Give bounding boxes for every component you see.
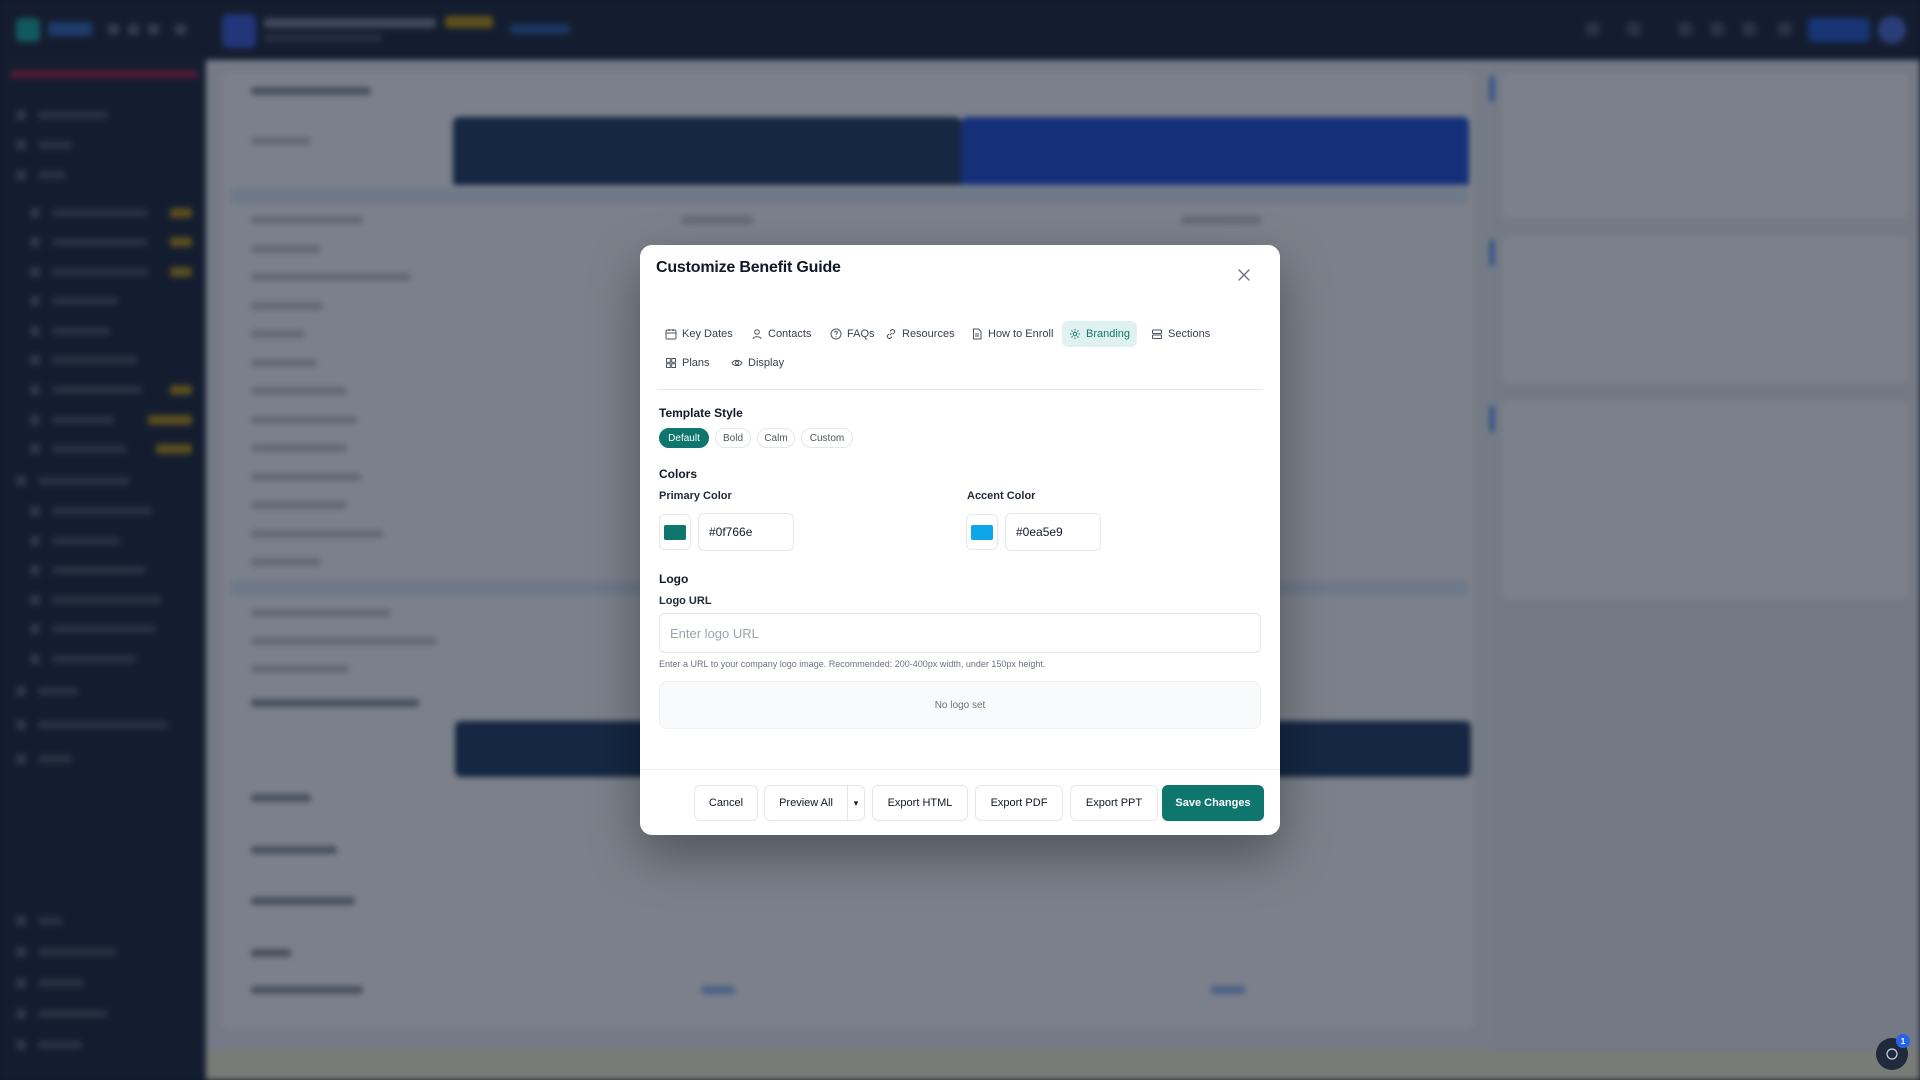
- notification-badge: 1: [1896, 1034, 1910, 1048]
- tab-key-dates[interactable]: Key Dates: [658, 321, 740, 347]
- accent-color-swatch: [971, 524, 993, 540]
- person-icon: [752, 329, 762, 340]
- logo-url-label: Logo URL: [659, 595, 712, 607]
- accent-color-input[interactable]: [1005, 513, 1101, 551]
- tab-sections[interactable]: Sections: [1144, 321, 1217, 347]
- tab-faqs[interactable]: FAQs: [823, 321, 882, 347]
- accent-color-picker[interactable]: [966, 514, 998, 550]
- logo-section-label: Logo: [659, 572, 689, 586]
- tab-label: FAQs: [847, 328, 875, 340]
- tab-branding[interactable]: Branding: [1062, 321, 1138, 347]
- tab-label: How to Enroll: [988, 328, 1054, 340]
- logo-empty-text: No logo set: [934, 699, 986, 711]
- preview-menu-button[interactable]: ▾: [847, 785, 865, 821]
- tab-display[interactable]: Display: [724, 350, 791, 376]
- divider: [658, 389, 1262, 390]
- chat-icon: [1886, 1048, 1898, 1060]
- export-html-button[interactable]: Export HTML: [872, 785, 968, 821]
- colors-label: Colors: [659, 467, 698, 481]
- style-option-bold[interactable]: Bold: [715, 428, 751, 448]
- logo-url-hint: Enter a URL to your company logo image. …: [659, 659, 1046, 669]
- close-button[interactable]: [1234, 265, 1254, 285]
- primary-color-picker[interactable]: [659, 514, 691, 550]
- tab-how-to-enroll[interactable]: How to Enroll: [964, 321, 1060, 347]
- divider: [640, 769, 1280, 770]
- cancel-button[interactable]: Cancel: [694, 785, 758, 821]
- logo-url-input[interactable]: [659, 613, 1261, 653]
- style-option-custom[interactable]: Custom: [801, 428, 853, 448]
- tab-label: Contacts: [768, 328, 812, 340]
- modal-title: Customize Benefit Guide: [656, 259, 841, 276]
- document-icon: [973, 328, 982, 340]
- tab-plans[interactable]: Plans: [658, 350, 717, 376]
- style-option-calm[interactable]: Calm: [757, 428, 795, 448]
- eye-icon: [731, 359, 743, 367]
- link-icon: [886, 329, 896, 339]
- grid-icon: [666, 358, 676, 368]
- save-changes-button[interactable]: Save Changes: [1162, 785, 1264, 821]
- export-pdf-button[interactable]: Export PDF: [975, 785, 1063, 821]
- primary-color-label: Primary Color: [659, 490, 732, 502]
- tab-label: Sections: [1168, 328, 1211, 340]
- tab-contacts[interactable]: Contacts: [744, 321, 818, 347]
- tab-label: Key Dates: [682, 328, 733, 340]
- style-option-default[interactable]: Default: [659, 428, 709, 448]
- gear-icon: [1070, 329, 1080, 339]
- export-ppt-button[interactable]: Export PPT: [1070, 785, 1158, 821]
- primary-color-input[interactable]: [698, 513, 794, 551]
- close-icon: [1238, 269, 1250, 281]
- primary-color-swatch: [664, 524, 686, 540]
- tab-label: Display: [748, 357, 785, 369]
- accent-color-label: Accent Color: [967, 490, 1036, 502]
- preview-all-button[interactable]: Preview All: [764, 785, 848, 821]
- logo-preview: No logo set: [659, 681, 1261, 729]
- customize-benefit-guide-modal: Customize Benefit Guide Key Dates Contac…: [640, 245, 1280, 835]
- calendar-icon: [665, 329, 677, 340]
- tab-label: Plans: [682, 357, 710, 369]
- help-circle-icon: [830, 328, 842, 340]
- layers-icon: [1152, 329, 1162, 339]
- tab-label: Resources: [902, 328, 955, 340]
- tab-label: Branding: [1086, 328, 1131, 340]
- tab-resources[interactable]: Resources: [878, 321, 962, 347]
- template-style-label: Template Style: [659, 406, 743, 420]
